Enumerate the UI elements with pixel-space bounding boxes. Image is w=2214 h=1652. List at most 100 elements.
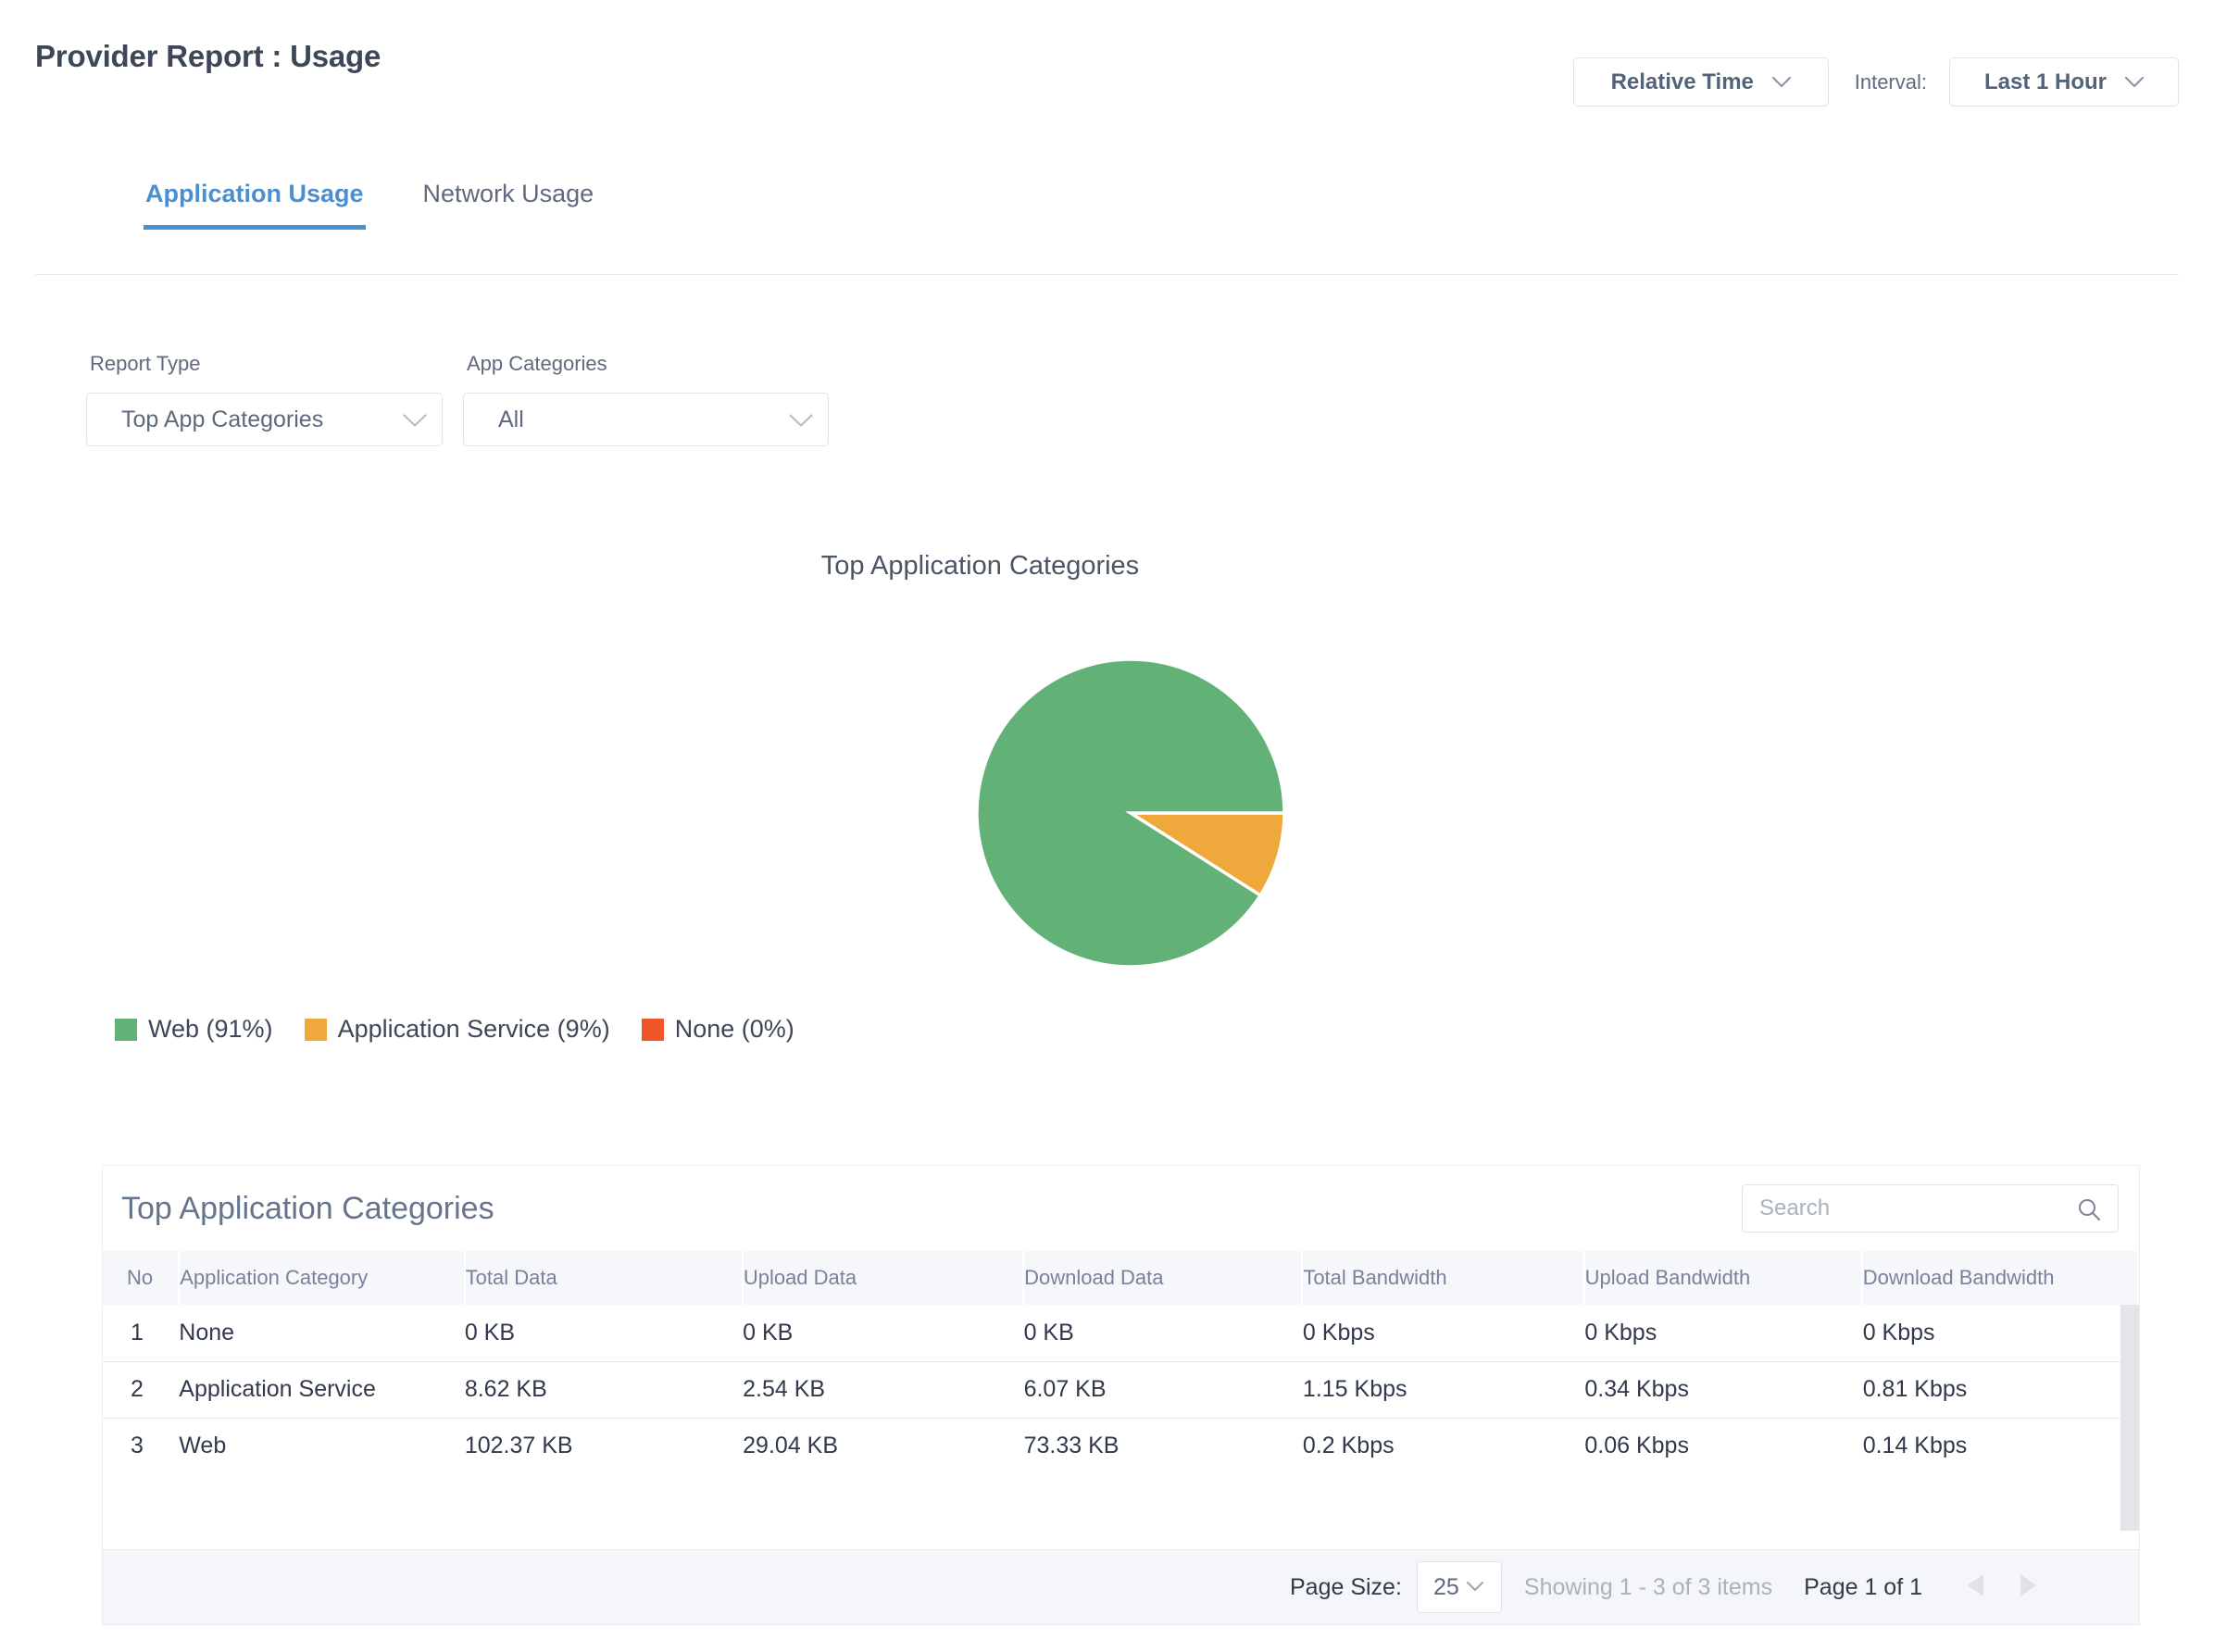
interval-value: Last 1 Hour xyxy=(1983,69,2108,94)
filter-bar: Report Type Top App Categories App Categ… xyxy=(86,352,829,446)
pie-chart xyxy=(977,659,1284,967)
app-categories-value: All xyxy=(498,406,524,432)
interval-dropdown[interactable]: Last 1 Hour xyxy=(1949,57,2179,106)
report-type-group: Report Type Top App Categories xyxy=(86,352,443,446)
search-input[interactable] xyxy=(1759,1195,2101,1221)
col-header-upload-data[interactable]: Upload Data xyxy=(742,1251,1025,1305)
legend-swatch-icon xyxy=(304,1018,327,1041)
col-header-label: Download Bandwidth xyxy=(1862,1266,2055,1289)
page-header: Provider Report : Usage Relative Time In… xyxy=(0,0,2214,130)
chevron-down-icon xyxy=(789,414,813,427)
col-header-upload-bandwidth[interactable]: Upload Bandwidth xyxy=(1583,1251,1863,1305)
tab-divider xyxy=(35,274,2179,275)
data-table: No Application Category Total Data Uploa… xyxy=(103,1251,2140,1305)
col-header-label: Application Category xyxy=(180,1266,369,1289)
search-box[interactable] xyxy=(1742,1184,2119,1233)
col-header-label: Total Bandwidth xyxy=(1303,1266,1447,1289)
cell-download-data: 73.33 KB xyxy=(1023,1433,1120,1459)
page-title: Provider Report : Usage xyxy=(35,39,382,73)
page-size-label: Page Size: xyxy=(1289,1573,1402,1600)
table-body-scroll-area: 1 None 0 KB 0 KB 0 KB 0 Kbps 0 Kbps 0 Kbps 2 Appl… xyxy=(103,1305,2139,1549)
cell-download-bandwidth: 0 Kbps xyxy=(1862,1305,2139,1362)
table-row[interactable]: 1 None 0 KB 0 KB 0 KB 0 Kbps 0 Kbps 0 Kbps xyxy=(103,1305,2139,1362)
col-header-label: Download Data xyxy=(1024,1266,1164,1289)
cell-no: 3 xyxy=(131,1433,144,1459)
interval-label: Interval: xyxy=(1854,69,1927,94)
app-categories-label: App Categories xyxy=(467,352,607,375)
chevron-down-icon xyxy=(1771,76,1791,88)
col-header-label: Upload Data xyxy=(743,1266,857,1289)
col-header-download-data[interactable]: Download Data xyxy=(1023,1251,1304,1305)
cell-total-bandwidth: 0 Kbps xyxy=(1302,1305,1585,1362)
cell-total-data: 102.37 KB xyxy=(464,1433,573,1459)
showing-items-text: Showing 1 - 3 of 3 items xyxy=(1523,1573,1773,1600)
legend-label: None (0%) xyxy=(674,1015,794,1043)
cell-application-category: Web xyxy=(179,1433,227,1459)
cell-total-bandwidth: 1.15 Kbps xyxy=(1302,1361,1585,1419)
header-controls: Relative Time Interval: Last 1 Hour xyxy=(1572,57,2179,106)
table-row[interactable]: 2 Application Service 8.62 KB 2.54 KB 6.07 K… xyxy=(103,1361,2139,1419)
col-header-label: Total Data xyxy=(465,1266,557,1289)
table-head: No Application Category Total Data Uploa… xyxy=(103,1251,2140,1305)
table-row[interactable]: 3 Web 102.37 KB 29.04 KB 73.33 KB 0.2 Kbps 0.0… xyxy=(103,1418,2139,1474)
table-card: Top Application Categories No Ap xyxy=(102,1165,2140,1625)
chevron-down-icon xyxy=(403,414,427,427)
tab-network-usage[interactable]: Network Usage xyxy=(421,174,596,225)
app-categories-select[interactable]: All xyxy=(463,393,829,446)
cell-application-category: Application Service xyxy=(179,1361,465,1419)
legend-label: Web (91%) xyxy=(148,1015,273,1043)
cell-upload-bandwidth: 0.06 Kbps xyxy=(1584,1433,1689,1459)
report-type-label: Report Type xyxy=(90,352,201,375)
cell-no: 2 xyxy=(103,1361,180,1419)
cell-no: 1 xyxy=(103,1305,180,1362)
legend-item[interactable]: None (0%) xyxy=(641,1015,794,1044)
page-size-value: 25 xyxy=(1433,1573,1459,1600)
page-size-select[interactable]: 25 xyxy=(1416,1561,1502,1613)
provider-report-page: Provider Report : Usage Relative Time In… xyxy=(0,0,2214,1652)
col-header-no[interactable]: No xyxy=(103,1251,181,1305)
table-footer: Page Size: 25 Showing 1 - 3 of 3 items P… xyxy=(103,1549,2139,1625)
pie-slice[interactable] xyxy=(977,659,1284,967)
col-header-label: Upload Bandwidth xyxy=(1584,1266,1751,1289)
col-header-label: No xyxy=(127,1266,154,1289)
cell-upload-data: 29.04 KB xyxy=(743,1433,839,1459)
legend-item[interactable]: Web (91%) xyxy=(115,1015,273,1044)
pagination-arrows xyxy=(1965,1572,2039,1603)
chevron-down-icon xyxy=(2125,76,2145,88)
app-categories-group: App Categories All xyxy=(463,352,829,446)
report-type-select[interactable]: Top App Categories xyxy=(86,393,443,446)
cell-application-category: None xyxy=(179,1305,465,1362)
tab-bar: Application Usage Network Usage xyxy=(0,174,2214,271)
legend-label: Application Service (9%) xyxy=(337,1015,610,1043)
cell-upload-bandwidth: 0.34 Kbps xyxy=(1584,1361,1863,1419)
report-type-value: Top App Categories xyxy=(121,406,324,432)
col-header-total-bandwidth[interactable]: Total Bandwidth xyxy=(1302,1251,1585,1305)
relative-time-label: Relative Time xyxy=(1610,69,1754,94)
tab-application-usage[interactable]: Application Usage xyxy=(144,174,366,230)
chart-legend: Web (91%) Application Service (9%) None (0… xyxy=(115,1015,826,1044)
cell-download-data: 6.07 KB xyxy=(1023,1361,1303,1419)
cell-total-bandwidth: 0.2 Kbps xyxy=(1302,1433,1395,1459)
cell-upload-data: 0 KB xyxy=(743,1305,1024,1362)
table-body: 1 None 0 KB 0 KB 0 KB 0 Kbps 0 Kbps 0 Kbps 2 Appl… xyxy=(103,1305,2139,1474)
table-header-bar: Top Application Categories xyxy=(103,1166,2139,1251)
relative-time-dropdown[interactable]: Relative Time xyxy=(1572,57,1829,106)
cell-total-data: 0 KB xyxy=(464,1305,744,1362)
cell-download-bandwidth: 0.14 Kbps xyxy=(1862,1433,1968,1459)
legend-swatch-icon xyxy=(641,1018,664,1041)
col-header-total-data[interactable]: Total Data xyxy=(464,1251,744,1305)
cell-total-data: 8.62 KB xyxy=(464,1361,744,1419)
next-page-icon[interactable] xyxy=(2017,1572,2039,1603)
cell-upload-bandwidth: 0 Kbps xyxy=(1584,1305,1863,1362)
search-icon[interactable] xyxy=(2077,1197,2101,1226)
table-caption: Top Application Categories xyxy=(121,1190,494,1226)
col-header-download-bandwidth[interactable]: Download Bandwidth xyxy=(1861,1251,2140,1305)
table-vertical-scrollbar[interactable] xyxy=(2120,1305,2139,1531)
chart-title-wrap: Top Application Categories xyxy=(0,551,2214,582)
legend-swatch-icon xyxy=(115,1018,137,1041)
table-header-row: No Application Category Total Data Uploa… xyxy=(103,1251,2140,1305)
previous-page-icon[interactable] xyxy=(1965,1572,1987,1603)
page-indicator: Page 1 of 1 xyxy=(1804,1573,1922,1600)
col-header-application-category[interactable]: Application Category xyxy=(179,1251,466,1305)
legend-item[interactable]: Application Service (9%) xyxy=(304,1015,610,1044)
